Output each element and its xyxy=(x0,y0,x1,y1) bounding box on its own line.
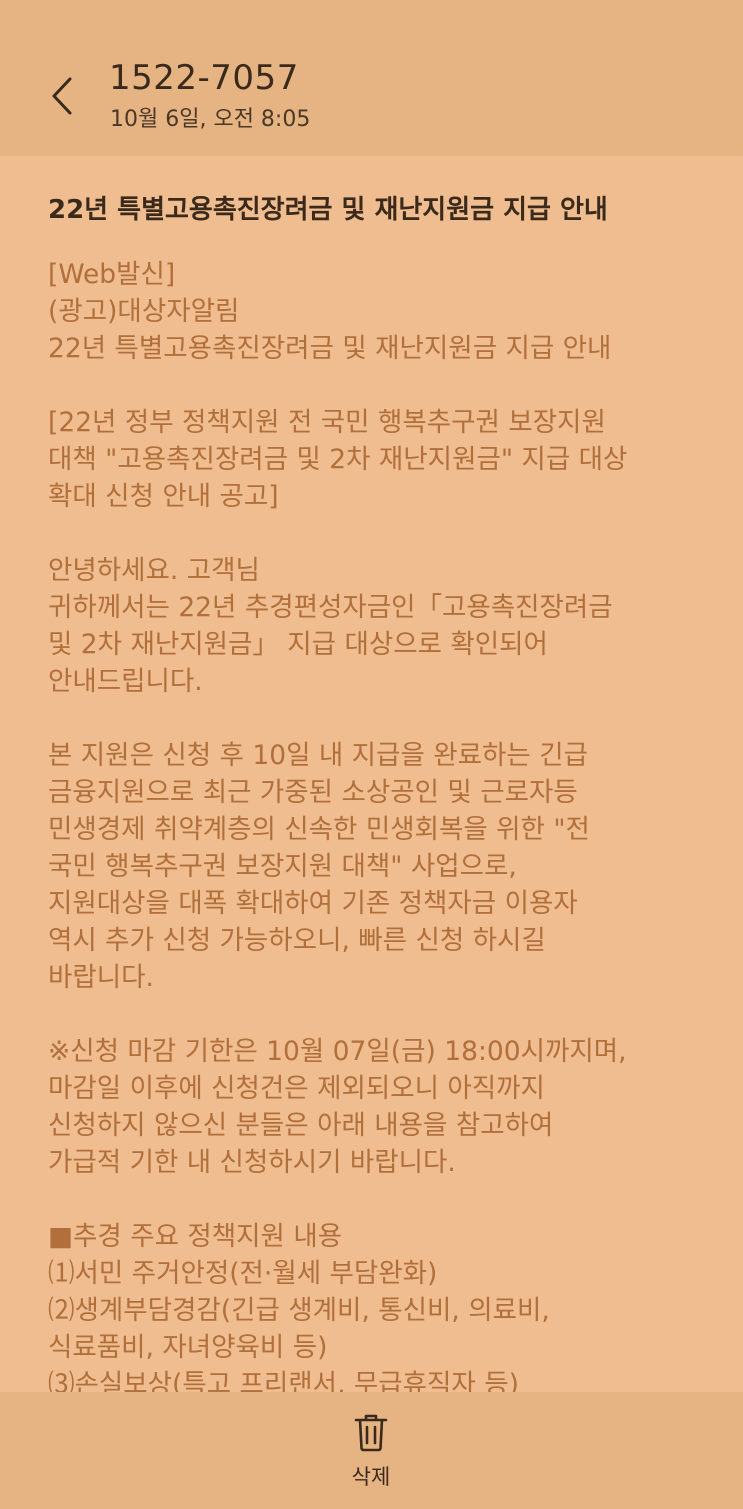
message-line: [22년 정부 정책지원 전 국민 행복추구권 보장지원 xyxy=(48,407,606,438)
message-line: 마감일 이후에 신청건은 제외되오니 아직까지 xyxy=(48,1073,545,1104)
message-line: 대책 "고용촉진장려금 및 2차 재난지원금" 지급 대상 xyxy=(48,444,628,475)
message-content[interactable]: 22년 특별고용촉진장려금 및 재난지원금 지급 안내 [Web발신] (광고)대… xyxy=(0,156,743,1392)
message-subject: 22년 특별고용촉진장려금 및 재난지원금 지급 안내 xyxy=(48,195,608,225)
message-line: ※신청 마감 기한은 10월 07일(금) 18:00시까지며, xyxy=(48,1036,627,1067)
message-line: 및 2차 재난지원금」 지급 대상으로 확인되어 xyxy=(48,629,548,660)
message-body: [Web발신] (광고)대상자알림 22년 특별고용촉진장려금 및 재난지원금 지급… xyxy=(48,256,728,1392)
message-line: 지원대상을 대폭 확대하여 기존 정책자금 이용자 xyxy=(48,888,578,919)
message-line: 22년 특별고용촉진장려금 및 재난지원금 지급 안내 xyxy=(48,333,612,364)
message-line: 금융지원으로 최근 가중된 소상공인 및 근로자등 xyxy=(48,777,578,808)
message-line: 확대 신청 안내 공고] xyxy=(48,481,279,512)
message-timestamp: 10월 6일, 오전 8:05 xyxy=(110,107,311,132)
message-line: ⑵생계부담경감(긴급 생계비, 통신비, 의료비, xyxy=(48,1295,550,1326)
message-line: [Web발신] xyxy=(48,259,176,290)
message-line: ⑶손실보상(특고 프리랜서, 무급휴직자 등) xyxy=(48,1369,519,1392)
message-line: 역시 추가 신청 가능하오니, 빠른 신청 하시길 xyxy=(48,925,546,956)
chevron-left-icon xyxy=(52,77,72,115)
trash-icon xyxy=(354,1414,388,1452)
message-line: ⑴서민 주거안정(전·월세 부담완화) xyxy=(48,1258,438,1289)
message-line: 식료품비, 자녀양육비 등) xyxy=(48,1332,328,1363)
sender-number: 1522-7057 xyxy=(109,58,299,98)
message-line: ■추경 주요 정책지원 내용 xyxy=(48,1221,343,1252)
message-line: 가급적 기한 내 신청하시기 바랍니다. xyxy=(48,1147,456,1178)
message-line: 국민 행복추구권 보장지원 대책" 사업으로, xyxy=(48,851,517,882)
app-header: 1522-7057 10월 6일, 오전 8:05 xyxy=(0,0,743,156)
delete-label: 삭제 xyxy=(351,1465,391,1489)
message-line: 안내드립니다. xyxy=(48,666,203,697)
message-line: 바랍니다. xyxy=(48,962,154,993)
message-line: 민생경제 취약계층의 신속한 민생회복을 위한 "전 xyxy=(48,814,590,845)
back-button[interactable] xyxy=(38,66,86,126)
message-line: 안녕하세요. 고객님 xyxy=(48,555,260,586)
bottom-action-bar: 삭제 xyxy=(0,1392,743,1509)
delete-button[interactable]: 삭제 xyxy=(321,1406,421,1496)
message-line: (광고)대상자알림 xyxy=(48,296,240,327)
message-line: 신청하지 않으신 분들은 아래 내용을 참고하여 xyxy=(48,1110,554,1141)
message-line: 본 지원은 신청 후 10일 내 지급을 완료하는 긴급 xyxy=(48,740,588,771)
message-line: 귀하께서는 22년 추경편성자금인「고용촉진장려금 xyxy=(48,592,613,623)
